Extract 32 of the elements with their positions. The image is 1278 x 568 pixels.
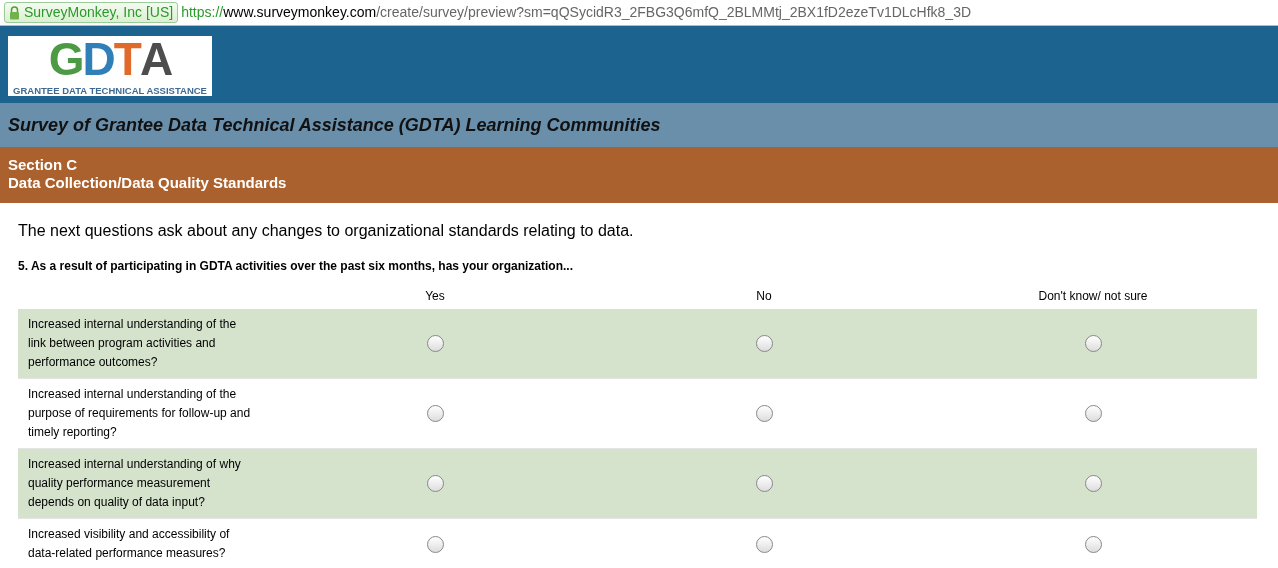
radio-button[interactable] xyxy=(1084,535,1102,553)
padlock-icon xyxy=(9,5,20,20)
radio-button[interactable] xyxy=(755,475,773,492)
radio-button[interactable] xyxy=(426,335,444,352)
logo-letter: G xyxy=(48,37,83,81)
column-header: Yes xyxy=(425,289,445,303)
column-header: No xyxy=(756,289,772,303)
row-label: Increased internal understanding of the purpose of requirements for follow-up and timely reporting? xyxy=(28,387,251,439)
radio-button[interactable] xyxy=(1084,475,1102,492)
column-header: Don't know/ not sure xyxy=(1038,289,1148,303)
logo-letter: A xyxy=(139,37,172,81)
section-title: Section C xyxy=(8,156,79,174)
section-subtitle: Data Collection/Data Quality Standards xyxy=(8,174,288,192)
radio-button[interactable] xyxy=(755,535,773,553)
radio-button[interactable] xyxy=(755,335,773,352)
question-title: 5. As a result of participating in GDTA activities over the past six months, has your organization... xyxy=(18,258,574,275)
radio-button[interactable] xyxy=(1084,335,1102,352)
site-identity: SurveyMonkey, Inc [US] xyxy=(24,3,174,22)
url-field[interactable]: https://www.surveymonkey.com/create/survey/preview?sm=qQSycidR3_2FBG3Q6mfQ_2BLMMtj_2BX1fD2ezeTv1DLcHfk8_3D xyxy=(181,2,972,23)
row-label: Increased internal understanding of why quality performance measurement depends on quality of data input? xyxy=(28,457,241,509)
radio-button[interactable] xyxy=(426,405,444,422)
radio-button[interactable] xyxy=(1084,405,1102,422)
radio-button[interactable] xyxy=(426,535,444,553)
logo-subtitle: GRANTEE DATA TECHNICAL ASSISTANCE xyxy=(13,84,207,98)
row-label: Increased internal understanding of the link between program activities and performance outcomes? xyxy=(28,317,237,369)
intro-text: The next questions ask about any changes to organizational standards relating to data. xyxy=(18,221,635,241)
survey-title: Survey of Grantee Data Technical Assistance (GDTA) Learning Communities xyxy=(8,113,661,137)
radio-button[interactable] xyxy=(426,475,444,492)
row-label: Increased visibility and accessibility of data-related performance measures? xyxy=(28,527,230,560)
logo-letter: D xyxy=(82,37,114,81)
logo-letter: T xyxy=(113,37,140,81)
radio-button[interactable] xyxy=(755,405,773,422)
